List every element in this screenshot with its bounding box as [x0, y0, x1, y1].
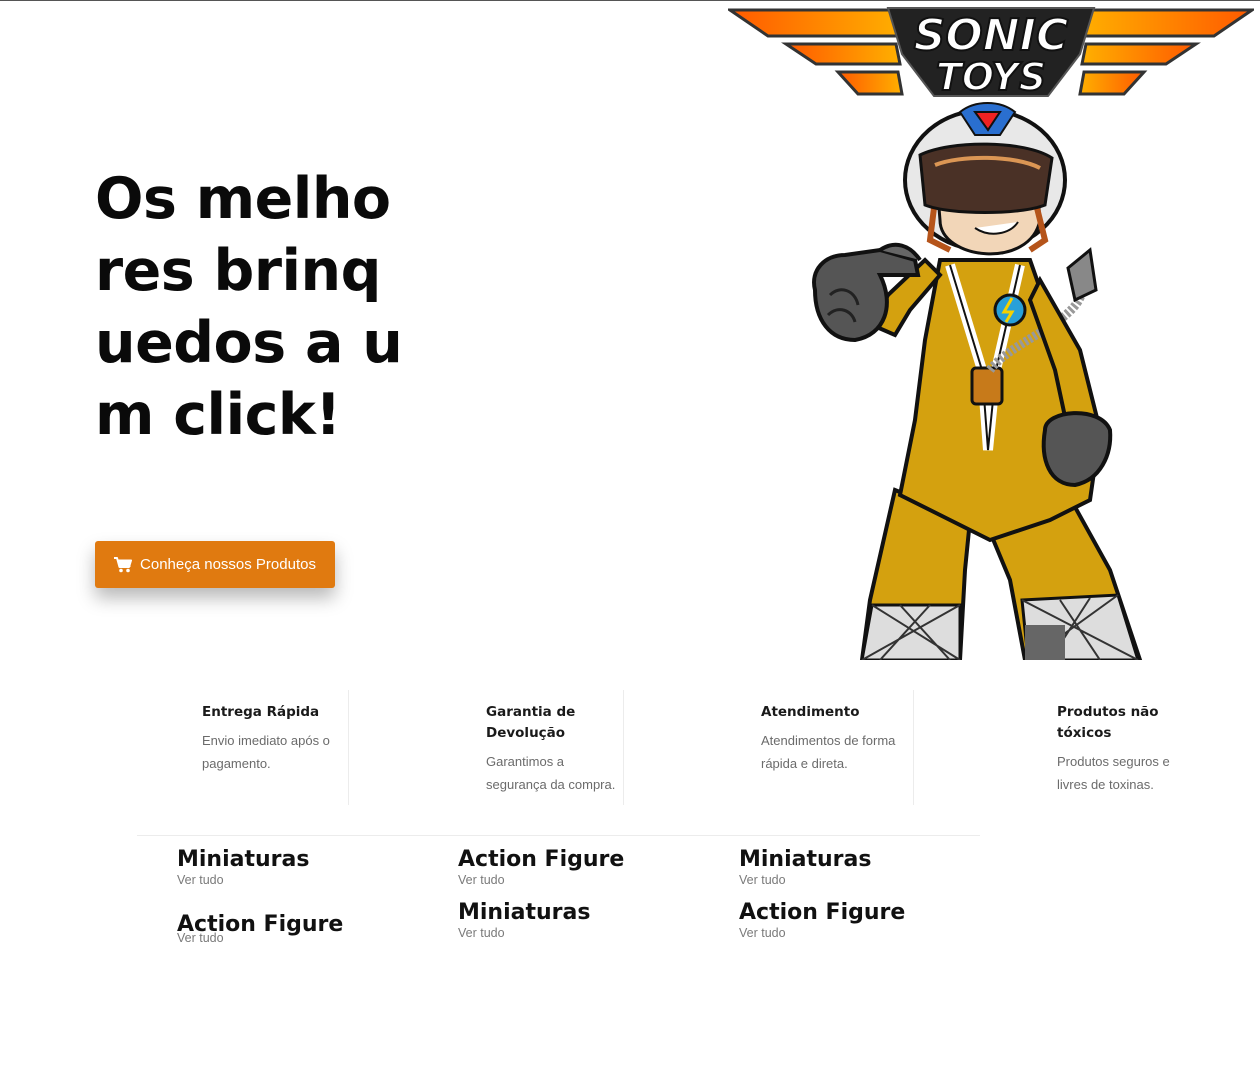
feature-desc: Envio imediato após o pagamento.	[202, 733, 330, 771]
category-title: Action Figure	[739, 900, 906, 925]
feature-support: Atendimento Atendimentos de forma rápida…	[761, 690, 906, 805]
feature-desc: Garantimos a segurança da compra.	[486, 754, 616, 792]
feature-title: Produtos não tóxicos	[1057, 704, 1159, 741]
category-card[interactable]: Miniaturas Ver tudo	[458, 900, 590, 940]
feature-divider	[913, 690, 914, 805]
feature-divider	[348, 690, 349, 805]
feature-non-toxic: Produtos não tóxicos Produtos seguros e …	[1057, 690, 1182, 805]
category-card[interactable]: Miniaturas Ver tudo	[739, 847, 871, 887]
feature-desc: Produtos seguros e livres de toxinas.	[1057, 754, 1170, 792]
feature-return-guarantee: Garantia de Devolução Garantimos a segur…	[486, 690, 616, 805]
see-all-link[interactable]: Ver tudo	[458, 873, 624, 887]
category-title: Miniaturas	[458, 900, 591, 925]
see-all-link[interactable]: Ver tudo	[458, 926, 590, 940]
hero-title: Os melhores brinquedos a um click!	[95, 166, 403, 448]
category-title: Miniaturas	[177, 847, 310, 872]
feature-title: Garantia de Devolução	[486, 704, 576, 741]
feature-title: Atendimento	[761, 704, 860, 720]
see-all-link[interactable]: Ver tudo	[739, 873, 871, 887]
shop-products-label: Conheça nossos Produtos	[140, 556, 316, 573]
feature-fast-delivery: Entrega Rápida Envio imediato após o pag…	[202, 690, 342, 805]
feature-title: Entrega Rápida	[202, 704, 320, 720]
category-card[interactable]: Miniaturas Ver tudo	[177, 847, 309, 887]
cart-icon	[114, 556, 133, 572]
category-card[interactable]: Action Figure Ver tudo	[177, 912, 343, 945]
mascot-illustration	[800, 100, 1145, 660]
svg-text:SONIC: SONIC	[914, 10, 1069, 61]
sonic-toys-logo[interactable]: SONIC TOYS	[728, 6, 1254, 98]
category-card[interactable]: Action Figure Ver tudo	[458, 847, 624, 887]
category-title: Miniaturas	[739, 847, 872, 872]
category-card[interactable]: Action Figure Ver tudo	[739, 900, 905, 940]
feature-divider	[623, 690, 624, 805]
feature-desc: Atendimentos de forma rápida e direta.	[761, 733, 896, 771]
top-border	[0, 0, 1260, 1]
svg-text:TOYS: TOYS	[936, 55, 1046, 98]
category-title: Action Figure	[458, 847, 625, 872]
shop-products-button[interactable]: Conheça nossos Produtos	[95, 541, 335, 588]
see-all-link[interactable]: Ver tudo	[739, 926, 905, 940]
section-divider	[137, 835, 980, 836]
see-all-link[interactable]: Ver tudo	[177, 873, 309, 887]
